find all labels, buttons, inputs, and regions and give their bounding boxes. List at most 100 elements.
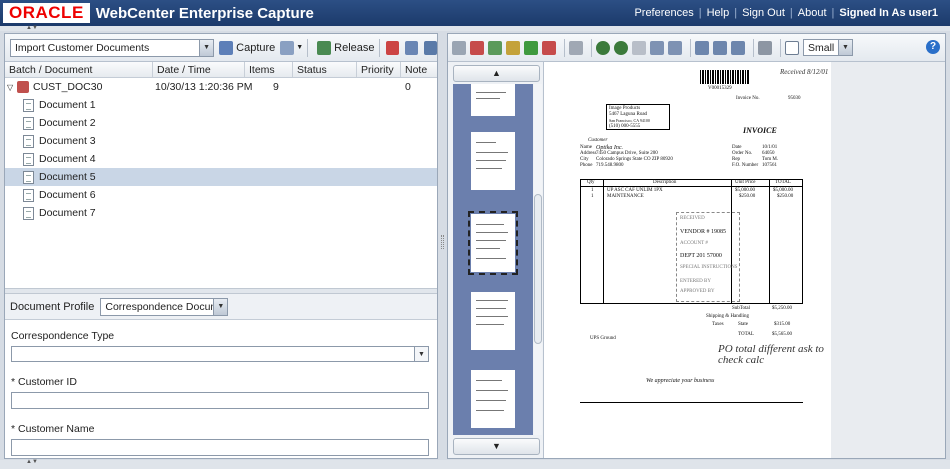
capture-options-button[interactable]: ▼ bbox=[280, 40, 304, 55]
document-icon bbox=[23, 206, 34, 220]
refresh-icon[interactable] bbox=[424, 40, 437, 55]
flip-icon[interactable] bbox=[731, 40, 745, 55]
document-icon bbox=[23, 134, 34, 148]
document-viewer[interactable]: V00015329 Invoice No. 95030 Received 8/1… bbox=[548, 62, 945, 458]
chevron-down-icon: ▼ bbox=[296, 44, 304, 51]
scroll-down-button[interactable]: ▼ bbox=[453, 438, 540, 455]
merge-icon[interactable] bbox=[524, 40, 538, 55]
document-row[interactable]: Document 6 bbox=[5, 186, 437, 204]
app-header: ORACLE WebCenter Enterprise Capture Pref… bbox=[0, 0, 950, 26]
sign-out-link[interactable]: Sign Out bbox=[737, 7, 790, 19]
panel-splitter[interactable] bbox=[5, 288, 437, 294]
grid-header: Batch / Document Date / Time Items Statu… bbox=[5, 62, 437, 78]
thumbnail-view-icon[interactable] bbox=[785, 40, 799, 55]
zoom-in-icon[interactable] bbox=[596, 40, 610, 55]
document-row[interactable]: Document 4 bbox=[5, 150, 437, 168]
top-splitter[interactable]: ▲▼ bbox=[0, 25, 950, 31]
document-name: Document 7 bbox=[39, 207, 96, 219]
bill-to-box: Image Products 5467 Laguna Road San Fran… bbox=[606, 104, 670, 130]
barcode-text: V00015329 bbox=[708, 86, 732, 91]
rotate-right-icon[interactable] bbox=[713, 40, 727, 55]
release-icon bbox=[317, 40, 332, 55]
scanner-icon bbox=[219, 40, 234, 55]
zoom-out-icon[interactable] bbox=[614, 40, 628, 55]
viewer-background bbox=[831, 62, 945, 458]
batch-select[interactable]: Import Customer Documents ▼ bbox=[10, 38, 215, 57]
batch-row[interactable]: ▽ CUST_DOC30 10/30/13 1:20:36 PM 9 0 bbox=[5, 78, 437, 96]
thumbnail-size-select[interactable]: Small ▼ bbox=[803, 39, 853, 56]
profile-bar: Document Profile Correspondence Document… bbox=[5, 294, 437, 320]
document-row[interactable]: Document 1 bbox=[5, 96, 437, 114]
scroll-up-button[interactable]: ▲ bbox=[453, 65, 540, 82]
actual-size-icon[interactable] bbox=[632, 40, 646, 55]
page-thumbnail[interactable] bbox=[471, 132, 515, 190]
header-links: Preferences | Help | Sign Out | About | Sign… bbox=[629, 0, 938, 26]
col-note[interactable]: Note bbox=[401, 62, 437, 77]
rotate-left-icon[interactable] bbox=[695, 40, 709, 55]
remove-icon[interactable] bbox=[542, 40, 556, 55]
page-thumbnail[interactable] bbox=[471, 370, 515, 428]
viewer-toolbar: Small ▼ ? bbox=[448, 34, 945, 62]
help-link[interactable]: Help bbox=[702, 7, 735, 19]
help-icon[interactable]: ? bbox=[926, 40, 940, 54]
oracle-logo: ORACLE bbox=[3, 3, 90, 23]
invoice-image: V00015329 Invoice No. 95030 Received 8/1… bbox=[548, 62, 832, 458]
vertical-splitter[interactable] bbox=[441, 235, 444, 249]
capture-button[interactable]: Capture bbox=[219, 40, 275, 55]
batch-toolbar: Import Customer Documents ▼ Capture ▼ Re… bbox=[5, 34, 437, 62]
document-name: Document 1 bbox=[39, 99, 96, 111]
batch-tree: ▽ CUST_DOC30 10/30/13 1:20:36 PM 9 0 Doc… bbox=[5, 78, 437, 288]
page-thumbnail[interactable] bbox=[471, 84, 515, 116]
handwriting-received: Received 8/12/01 bbox=[780, 68, 829, 76]
bottom-splitter[interactable]: ▲▼ bbox=[0, 459, 950, 469]
delete-page-icon[interactable] bbox=[470, 40, 484, 55]
fit-height-icon[interactable] bbox=[650, 40, 664, 55]
col-status[interactable]: Status bbox=[293, 62, 357, 77]
document-name: Document 6 bbox=[39, 189, 96, 201]
page-thumbnail[interactable] bbox=[471, 292, 515, 350]
scrollbar-thumb[interactable] bbox=[534, 194, 542, 344]
correspondence-type-select[interactable]: ▼ bbox=[11, 346, 429, 362]
document-icon bbox=[23, 98, 34, 112]
batch-date: 10/30/13 1:20:36 PM bbox=[155, 81, 253, 93]
profile-select[interactable]: Correspondence Documents ▼ bbox=[100, 297, 229, 316]
document-name: Document 3 bbox=[39, 135, 96, 147]
chevron-down-icon: ▼ bbox=[213, 298, 228, 315]
fit-width-icon[interactable] bbox=[668, 40, 682, 55]
customer-id-field[interactable] bbox=[11, 392, 429, 409]
app-title: WebCenter Enterprise Capture bbox=[95, 4, 314, 22]
handwritten-note: PO total different ask to check calc bbox=[718, 343, 824, 366]
document-row-selected[interactable]: Document 5 bbox=[5, 168, 437, 186]
document-row[interactable]: Document 3 bbox=[5, 132, 437, 150]
metadata-form: Correspondence Type ▼ * Customer ID * Cu… bbox=[5, 320, 437, 460]
delete-batch-icon[interactable] bbox=[386, 40, 400, 55]
release-button[interactable]: Release bbox=[317, 40, 375, 55]
page-icon[interactable] bbox=[452, 40, 466, 55]
document-icon bbox=[23, 170, 34, 184]
split-icon[interactable] bbox=[506, 40, 520, 55]
document-row[interactable]: Document 2 bbox=[5, 114, 437, 132]
invoice-title: INVOICE bbox=[743, 126, 777, 135]
print-icon[interactable] bbox=[758, 40, 772, 55]
preferences-link[interactable]: Preferences bbox=[629, 7, 698, 19]
customer-name-field[interactable] bbox=[11, 439, 429, 456]
gear-icon bbox=[280, 40, 295, 55]
invoice-number: 95030 bbox=[788, 96, 801, 101]
col-date-time[interactable]: Date / Time bbox=[153, 62, 245, 77]
document-row[interactable]: Document 7 bbox=[5, 204, 437, 222]
col-batch-document[interactable]: Batch / Document bbox=[5, 62, 153, 77]
thumbnail-scrollbar[interactable] bbox=[534, 84, 542, 435]
expand-icon[interactable]: ▽ bbox=[7, 83, 17, 92]
document-name: Document 4 bbox=[39, 153, 96, 165]
document-name: Document 5 bbox=[39, 171, 96, 183]
correspondence-type-label: Correspondence Type bbox=[11, 330, 115, 342]
batch-properties-icon[interactable] bbox=[405, 40, 419, 55]
rotate-icon[interactable] bbox=[488, 40, 502, 55]
copy-icon[interactable] bbox=[569, 40, 583, 55]
col-items[interactable]: Items bbox=[245, 62, 293, 77]
chevron-down-icon: ▼ bbox=[414, 347, 428, 361]
about-link[interactable]: About bbox=[793, 7, 832, 19]
col-priority[interactable]: Priority bbox=[357, 62, 401, 77]
page-thumbnail-selected[interactable] bbox=[468, 211, 518, 275]
document-icon bbox=[23, 188, 34, 202]
